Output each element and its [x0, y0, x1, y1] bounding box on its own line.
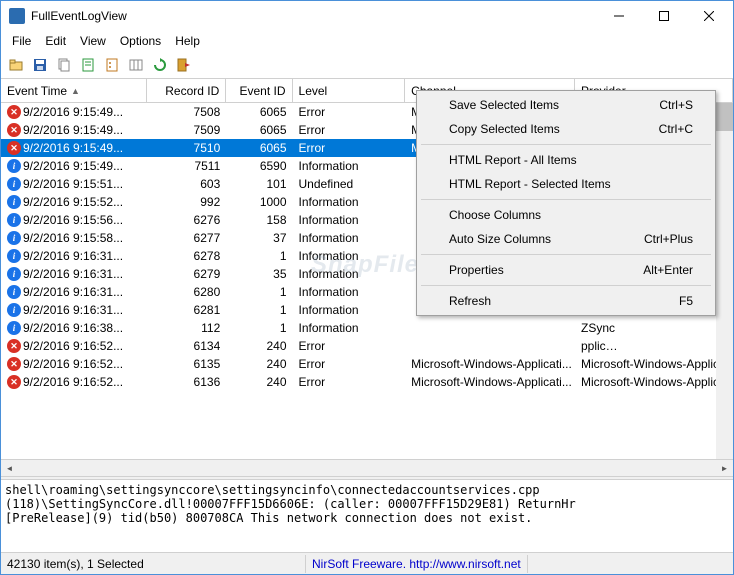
detail-pane[interactable]: shell\roaming\settingsynccore\settingsyn… [1, 480, 733, 552]
ctx-html-report-selected-items[interactable]: HTML Report - Selected Items [419, 172, 713, 196]
info-icon: i [7, 195, 21, 209]
info-icon: i [7, 321, 21, 335]
menubar: FileEditViewOptionsHelp [1, 31, 733, 51]
ctx-html-report-all-items[interactable]: HTML Report - All Items [419, 148, 713, 172]
scroll-right-icon[interactable]: ► [716, 460, 733, 477]
info-icon: i [7, 303, 21, 317]
open-icon[interactable] [5, 54, 27, 76]
vertical-scrollbar[interactable] [716, 103, 733, 459]
statusbar: 42130 item(s), 1 Selected NirSoft Freewa… [1, 552, 733, 574]
event-grid[interactable]: Event Time▲ Record ID Event ID Level Cha… [1, 79, 733, 476]
status-count: 42130 item(s), 1 Selected [1, 555, 306, 573]
menu-file[interactable]: File [5, 33, 38, 49]
refresh-icon[interactable] [149, 54, 171, 76]
close-button[interactable] [686, 2, 731, 31]
info-icon: i [7, 285, 21, 299]
menu-separator [421, 144, 711, 145]
columns-icon[interactable] [125, 54, 147, 76]
maximize-button[interactable] [641, 2, 686, 31]
minimize-button[interactable] [596, 2, 641, 31]
info-icon: i [7, 249, 21, 263]
toolbar [1, 51, 733, 79]
ctx-auto-size-columns[interactable]: Auto Size ColumnsCtrl+Plus [419, 227, 713, 251]
ctx-save-selected-items[interactable]: Save Selected ItemsCtrl+S [419, 93, 713, 117]
col-event-id[interactable]: Event ID [226, 79, 292, 102]
error-icon: ✕ [7, 105, 21, 119]
content-area: Event Time▲ Record ID Event ID Level Cha… [1, 79, 733, 574]
titlebar[interactable]: FullEventLogView [1, 1, 733, 31]
info-icon: i [7, 159, 21, 173]
window-title: FullEventLogView [31, 9, 596, 23]
ctx-refresh[interactable]: RefreshF5 [419, 289, 713, 313]
error-icon: ✕ [7, 339, 21, 353]
properties-icon[interactable] [101, 54, 123, 76]
menu-separator [421, 285, 711, 286]
table-row[interactable]: i9/2/2016 9:16:38...1121InformationZSync [1, 319, 733, 337]
status-credit[interactable]: NirSoft Freeware. http://www.nirsoft.net [306, 555, 528, 573]
exit-icon[interactable] [173, 54, 195, 76]
report-icon[interactable] [77, 54, 99, 76]
error-icon: ✕ [7, 357, 21, 371]
menu-edit[interactable]: Edit [38, 33, 73, 49]
copy-icon[interactable] [53, 54, 75, 76]
menu-view[interactable]: View [73, 33, 113, 49]
table-row[interactable]: ✕9/2/2016 9:16:52...6134240Errorpplic… [1, 337, 733, 355]
info-icon: i [7, 267, 21, 281]
horizontal-scrollbar[interactable]: ◄ ► [1, 459, 733, 476]
info-icon: i [7, 231, 21, 245]
error-icon: ✕ [7, 375, 21, 389]
error-icon: ✕ [7, 141, 21, 155]
ctx-copy-selected-items[interactable]: Copy Selected ItemsCtrl+C [419, 117, 713, 141]
app-window: FullEventLogView FileEditViewOptionsHelp… [0, 0, 734, 575]
info-icon: i [7, 213, 21, 227]
table-row[interactable]: ✕9/2/2016 9:16:52...6136240ErrorMicrosof… [1, 373, 733, 391]
col-event-time[interactable]: Event Time▲ [1, 79, 147, 102]
scrollbar-thumb[interactable] [716, 103, 733, 131]
menu-separator [421, 254, 711, 255]
ctx-choose-columns[interactable]: Choose Columns [419, 203, 713, 227]
menu-options[interactable]: Options [113, 33, 168, 49]
table-row[interactable]: ✕9/2/2016 9:16:52...6135240ErrorMicrosof… [1, 355, 733, 373]
col-record-id[interactable]: Record ID [147, 79, 226, 102]
col-level[interactable]: Level [293, 79, 406, 102]
menu-separator [421, 199, 711, 200]
scroll-left-icon[interactable]: ◄ [1, 460, 18, 477]
error-icon: ✕ [7, 123, 21, 137]
menu-help[interactable]: Help [168, 33, 207, 49]
sort-ascending-icon: ▲ [71, 86, 80, 96]
app-icon [9, 8, 25, 24]
context-menu[interactable]: Save Selected ItemsCtrl+SCopy Selected I… [416, 90, 716, 316]
ctx-properties[interactable]: PropertiesAlt+Enter [419, 258, 713, 282]
save-icon[interactable] [29, 54, 51, 76]
info-icon: i [7, 177, 21, 191]
